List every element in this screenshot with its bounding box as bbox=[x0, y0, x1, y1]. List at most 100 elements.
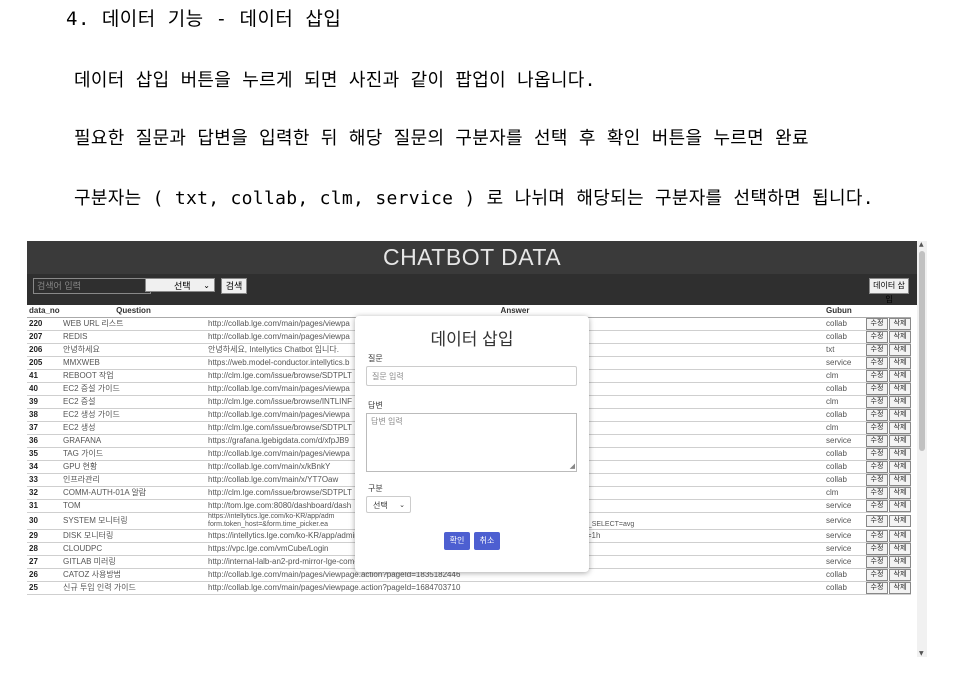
cell-data-no: 30 bbox=[27, 512, 61, 530]
cell-data-no: 25 bbox=[27, 581, 61, 595]
cell-actions: 수정 삭제 bbox=[855, 529, 911, 543]
delete-button[interactable]: 삭제 bbox=[889, 460, 911, 472]
delete-button[interactable]: 삭제 bbox=[889, 408, 911, 420]
edit-button[interactable]: 수정 bbox=[866, 486, 888, 498]
scroll-up-arrow-icon[interactable]: ▲ bbox=[919, 241, 924, 248]
delete-button[interactable]: 삭제 bbox=[889, 356, 911, 368]
edit-button[interactable]: 수정 bbox=[866, 434, 888, 446]
edit-button[interactable]: 수정 bbox=[866, 408, 888, 420]
cell-data-no: 207 bbox=[27, 330, 61, 344]
delete-button[interactable]: 삭제 bbox=[889, 514, 911, 527]
column-header-data-no: data_no bbox=[27, 305, 61, 318]
delete-button[interactable]: 삭제 bbox=[889, 499, 911, 511]
answer-label: 답변 bbox=[368, 401, 383, 410]
column-header-question: Question bbox=[61, 305, 206, 318]
cell-actions: 수정 삭제 bbox=[855, 317, 911, 331]
edit-button[interactable]: 수정 bbox=[866, 581, 888, 593]
delete-button[interactable]: 삭제 bbox=[889, 434, 911, 446]
edit-button[interactable]: 수정 bbox=[866, 460, 888, 472]
scroll-down-arrow-icon[interactable]: ▼ bbox=[919, 650, 924, 657]
cell-actions: 수정 삭제 bbox=[855, 568, 911, 582]
cell-gubun: service bbox=[824, 542, 855, 556]
cell-question: GITLAB 미러링 bbox=[61, 555, 206, 569]
search-input[interactable]: 검색어 입력 bbox=[33, 278, 151, 294]
cell-question: 안녕하세요 bbox=[61, 343, 206, 357]
cell-gubun: txt bbox=[824, 343, 855, 357]
edit-button[interactable]: 수정 bbox=[866, 499, 888, 511]
cell-actions: 수정 삭제 bbox=[855, 382, 911, 396]
delete-button[interactable]: 삭제 bbox=[889, 382, 911, 394]
cell-gubun: service bbox=[824, 529, 855, 543]
vertical-scrollbar[interactable]: ▲ ▼ bbox=[917, 241, 927, 657]
cell-gubun: collab bbox=[824, 330, 855, 344]
delete-button[interactable]: 삭제 bbox=[889, 568, 911, 580]
delete-button[interactable]: 삭제 bbox=[889, 317, 911, 329]
chevron-down-icon: ⌄ bbox=[399, 502, 405, 509]
column-header-gubun: Gubun bbox=[824, 305, 855, 318]
cell-data-no: 205 bbox=[27, 356, 61, 370]
delete-button[interactable]: 삭제 bbox=[889, 343, 911, 355]
edit-button[interactable]: 수정 bbox=[866, 356, 888, 368]
edit-button[interactable]: 수정 bbox=[866, 529, 888, 541]
delete-button[interactable]: 삭제 bbox=[889, 581, 911, 593]
delete-button[interactable]: 삭제 bbox=[889, 555, 911, 567]
edit-button[interactable]: 수정 bbox=[866, 447, 888, 459]
delete-button[interactable]: 삭제 bbox=[889, 542, 911, 554]
cell-question: DISK 모니터링 bbox=[61, 529, 206, 543]
cell-question: COMM-AUTH-01A 알람 bbox=[61, 486, 206, 500]
cell-actions: 수정 삭제 bbox=[855, 421, 911, 435]
cell-actions: 수정 삭제 bbox=[855, 369, 911, 383]
edit-button[interactable]: 수정 bbox=[866, 473, 888, 485]
answer-textarea[interactable]: 답변 입력 ◢ bbox=[366, 413, 577, 472]
search-category-select[interactable]: 선택 ⌄ bbox=[145, 278, 215, 292]
cell-question: TAG 가이드 bbox=[61, 447, 206, 461]
cell-question: EC2 증설 bbox=[61, 395, 206, 409]
cell-data-no: 220 bbox=[27, 317, 61, 331]
cell-gubun: clm bbox=[824, 421, 855, 435]
insert-data-modal: 데이터 삽입 질문 질문 입력 답변 답변 입력 ◢ 구분 선택 ⌄ 확인 취소 bbox=[355, 316, 589, 572]
delete-button[interactable]: 삭제 bbox=[889, 486, 911, 498]
edit-button[interactable]: 수정 bbox=[866, 343, 888, 355]
resize-grip-icon[interactable]: ◢ bbox=[570, 462, 575, 470]
edit-button[interactable]: 수정 bbox=[866, 330, 888, 342]
delete-button[interactable]: 삭제 bbox=[889, 447, 911, 459]
gubun-select[interactable]: 선택 ⌄ bbox=[366, 496, 411, 513]
cell-gubun: clm bbox=[824, 486, 855, 500]
edit-button[interactable]: 수정 bbox=[866, 395, 888, 407]
delete-button[interactable]: 삭제 bbox=[889, 395, 911, 407]
scrollbar-thumb[interactable] bbox=[919, 251, 925, 451]
edit-button[interactable]: 수정 bbox=[866, 382, 888, 394]
insert-data-button[interactable]: 데이터 삽입 bbox=[869, 278, 909, 304]
section-heading: 4. 데이터 기능 - 데이터 삽입 bbox=[66, 8, 342, 30]
cell-data-no: 26 bbox=[27, 568, 61, 582]
cell-question: REBOOT 작업 bbox=[61, 369, 206, 383]
edit-button[interactable]: 수정 bbox=[866, 317, 888, 329]
cell-question: TOM bbox=[61, 499, 206, 513]
cell-data-no: 34 bbox=[27, 460, 61, 474]
search-button[interactable]: 검색 bbox=[221, 278, 247, 294]
cell-question: SYSTEM 모니터링 bbox=[61, 512, 206, 530]
question-input[interactable]: 질문 입력 bbox=[366, 366, 577, 386]
delete-button[interactable]: 삭제 bbox=[889, 529, 911, 541]
app-screenshot: CHATBOT DATA 검색어 입력 선택 ⌄ 검색 데이터 삽입 data_… bbox=[27, 241, 917, 657]
column-header-actions bbox=[855, 305, 911, 318]
edit-button[interactable]: 수정 bbox=[866, 542, 888, 554]
cancel-button[interactable]: 취소 bbox=[474, 532, 500, 550]
confirm-button[interactable]: 확인 bbox=[444, 532, 470, 550]
cell-actions: 수정 삭제 bbox=[855, 555, 911, 569]
gubun-label: 구분 bbox=[368, 484, 383, 493]
edit-button[interactable]: 수정 bbox=[866, 568, 888, 580]
edit-button[interactable]: 수정 bbox=[866, 421, 888, 433]
edit-button[interactable]: 수정 bbox=[866, 514, 888, 527]
edit-button[interactable]: 수정 bbox=[866, 369, 888, 381]
delete-button[interactable]: 삭제 bbox=[889, 330, 911, 342]
delete-button[interactable]: 삭제 bbox=[889, 421, 911, 433]
cell-actions: 수정 삭제 bbox=[855, 356, 911, 370]
delete-button[interactable]: 삭제 bbox=[889, 369, 911, 381]
cell-actions: 수정 삭제 bbox=[855, 512, 911, 530]
instruction-line-3: 구분자는 ( txt, collab, clm, service ) 로 나뉘며… bbox=[74, 188, 874, 209]
cell-gubun: service bbox=[824, 512, 855, 530]
cell-question: GPU 현황 bbox=[61, 460, 206, 474]
edit-button[interactable]: 수정 bbox=[866, 555, 888, 567]
delete-button[interactable]: 삭제 bbox=[889, 473, 911, 485]
